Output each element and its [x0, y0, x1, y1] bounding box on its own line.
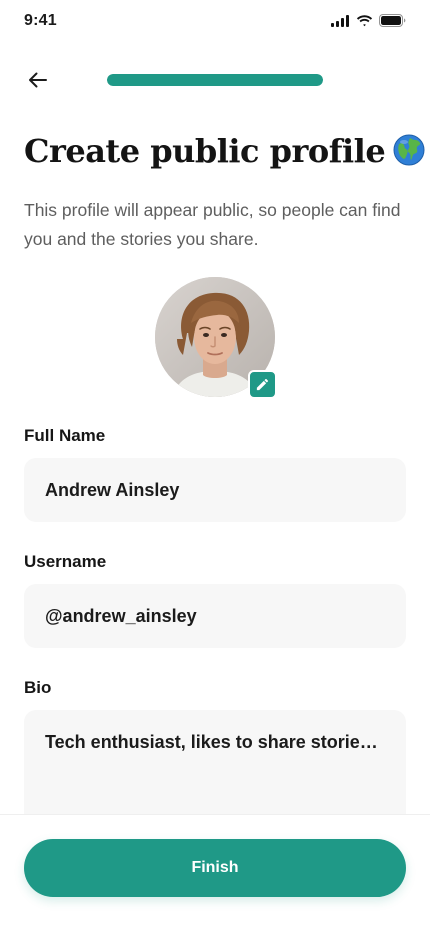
username-field[interactable]: @andrew_ainsley: [24, 584, 406, 648]
bio-label: Bio: [24, 678, 52, 697]
pencil-icon: [256, 378, 269, 391]
progress-bar: [107, 74, 323, 86]
edit-avatar-button[interactable]: [248, 370, 277, 399]
page-title-text: Create public profile: [24, 132, 386, 170]
username-value: @andrew_ainsley: [45, 605, 197, 626]
full-name-label: Full Name: [24, 426, 106, 445]
back-button[interactable]: [24, 66, 52, 94]
status-icons: [331, 14, 406, 27]
arrow-left-icon: [29, 72, 47, 88]
footer: Finish: [0, 814, 430, 933]
finish-button[interactable]: Finish: [24, 839, 406, 897]
status-time: 9:41: [24, 12, 57, 29]
profile-avatar[interactable]: [155, 277, 277, 399]
username-label: Username: [24, 552, 107, 571]
full-name-value: Andrew Ainsley: [45, 479, 180, 500]
signal-icon: [331, 14, 349, 27]
full-name-field[interactable]: Andrew Ainsley: [24, 458, 406, 522]
globe-icon: [393, 134, 425, 166]
wifi-icon: [356, 14, 373, 26]
bio-value: Tech enthusiast, likes to share stories …: [45, 732, 385, 752]
progress-fill: [107, 74, 323, 86]
subtitle: This profile will appear public, so peop…: [24, 200, 401, 249]
page-title: Create public profile: [24, 132, 425, 170]
status-bar: 9:41: [0, 0, 430, 44]
battery-icon: [379, 14, 406, 27]
